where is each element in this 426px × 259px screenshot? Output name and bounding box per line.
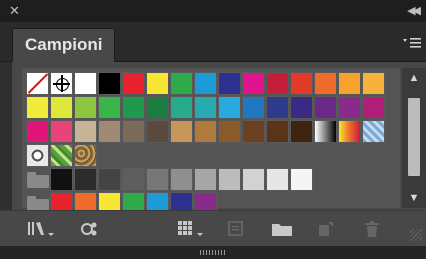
swatch-color[interactable] bbox=[122, 72, 145, 95]
panel-menu-icon[interactable] bbox=[402, 35, 422, 51]
swatch-color[interactable] bbox=[98, 72, 121, 95]
scroll-down-arrow-icon[interactable]: ▼ bbox=[402, 188, 426, 208]
swatch-color[interactable] bbox=[98, 168, 121, 191]
swatch-color[interactable] bbox=[338, 96, 361, 119]
swatch-color[interactable] bbox=[170, 72, 193, 95]
swatch-color[interactable] bbox=[266, 96, 289, 119]
swatch-color[interactable] bbox=[290, 72, 313, 95]
new-color-group-icon[interactable] bbox=[270, 219, 294, 239]
tab-swatches-label: Campioni bbox=[25, 35, 103, 54]
panel-titlebar: ✕ ◀◀ bbox=[0, 0, 426, 22]
swatch-color[interactable] bbox=[122, 168, 145, 191]
swatch-color[interactable] bbox=[26, 120, 49, 143]
swatch-color[interactable] bbox=[74, 168, 97, 191]
swatch-color[interactable] bbox=[50, 168, 73, 191]
swatch-color[interactable] bbox=[74, 96, 97, 119]
swatch-grid bbox=[22, 68, 400, 215]
swatch-color[interactable] bbox=[50, 120, 73, 143]
swatch-color[interactable] bbox=[170, 168, 193, 191]
swatch-color[interactable] bbox=[170, 96, 193, 119]
swatch-color[interactable] bbox=[290, 96, 313, 119]
swatch-color[interactable] bbox=[218, 168, 241, 191]
new-swatch-icon[interactable] bbox=[316, 219, 336, 239]
show-swatch-kinds-icon[interactable] bbox=[78, 219, 100, 239]
swatch-color[interactable] bbox=[194, 168, 217, 191]
swatch-pattern[interactable] bbox=[74, 144, 97, 167]
swatch-color[interactable] bbox=[170, 120, 193, 143]
collapse-panel-icon[interactable]: ◀◀ bbox=[407, 3, 421, 19]
swatch-color[interactable] bbox=[290, 168, 313, 191]
swatch-color[interactable] bbox=[122, 120, 145, 143]
swatch-color[interactable] bbox=[194, 72, 217, 95]
swatch-color[interactable] bbox=[218, 120, 241, 143]
swatch-registration[interactable] bbox=[50, 72, 73, 95]
swatch-color[interactable] bbox=[266, 72, 289, 95]
swatch-pattern[interactable] bbox=[26, 144, 49, 167]
tab-swatches[interactable]: Campioni bbox=[12, 28, 116, 62]
scroll-up-arrow-icon[interactable]: ▲ bbox=[402, 68, 426, 88]
swatch-color[interactable] bbox=[146, 96, 169, 119]
swatches-content: ▲ ▼ bbox=[12, 62, 426, 215]
drag-grip-icon[interactable] bbox=[200, 250, 226, 255]
swatch-color[interactable] bbox=[242, 72, 265, 95]
swatch-pattern[interactable] bbox=[50, 144, 73, 167]
swatch-libraries-menu-icon[interactable] bbox=[26, 219, 60, 239]
swatch-color[interactable] bbox=[218, 96, 241, 119]
swatch-color[interactable] bbox=[74, 120, 97, 143]
swatch-color[interactable] bbox=[314, 72, 337, 95]
swatch-color[interactable] bbox=[242, 96, 265, 119]
swatch-none[interactable] bbox=[26, 72, 49, 95]
swatch-color[interactable] bbox=[194, 120, 217, 143]
swatch-color[interactable] bbox=[74, 72, 97, 95]
swatch-color[interactable] bbox=[146, 72, 169, 95]
resize-handle[interactable] bbox=[410, 229, 422, 241]
swatch-color[interactable] bbox=[146, 168, 169, 191]
panel-bottom-bar bbox=[0, 246, 426, 259]
close-icon[interactable]: ✕ bbox=[9, 3, 20, 19]
swatch-color[interactable] bbox=[26, 96, 49, 119]
swatch-color[interactable] bbox=[314, 96, 337, 119]
swatch-color[interactable] bbox=[266, 120, 289, 143]
swatch-color[interactable] bbox=[218, 72, 241, 95]
swatches-toolbar bbox=[0, 210, 426, 246]
delete-swatch-icon[interactable] bbox=[362, 219, 382, 239]
swatch-options-icon[interactable] bbox=[226, 219, 246, 239]
swatch-gradient[interactable] bbox=[314, 120, 337, 143]
swatch-pattern[interactable] bbox=[362, 120, 385, 143]
swatch-color[interactable] bbox=[146, 120, 169, 143]
swatch-color[interactable] bbox=[50, 96, 73, 119]
swatch-color[interactable] bbox=[338, 72, 361, 95]
scroll-thumb[interactable] bbox=[408, 98, 420, 176]
panel-tab-row: Campioni bbox=[0, 22, 426, 62]
swatch-color[interactable] bbox=[98, 120, 121, 143]
swatch-color[interactable] bbox=[122, 96, 145, 119]
swatch-gradient[interactable] bbox=[338, 120, 361, 143]
swatch-color[interactable] bbox=[194, 96, 217, 119]
swatch-color[interactable] bbox=[290, 120, 313, 143]
swatch-color[interactable] bbox=[242, 120, 265, 143]
swatch-color[interactable] bbox=[362, 72, 385, 95]
swatch-color[interactable] bbox=[242, 168, 265, 191]
swatch-color[interactable] bbox=[362, 96, 385, 119]
swatch-color[interactable] bbox=[266, 168, 289, 191]
swatch-color[interactable] bbox=[98, 96, 121, 119]
color-group-folder-icon[interactable] bbox=[27, 172, 49, 188]
show-options-grid-icon[interactable] bbox=[176, 219, 210, 239]
vertical-scrollbar[interactable]: ▲ ▼ bbox=[402, 68, 426, 208]
